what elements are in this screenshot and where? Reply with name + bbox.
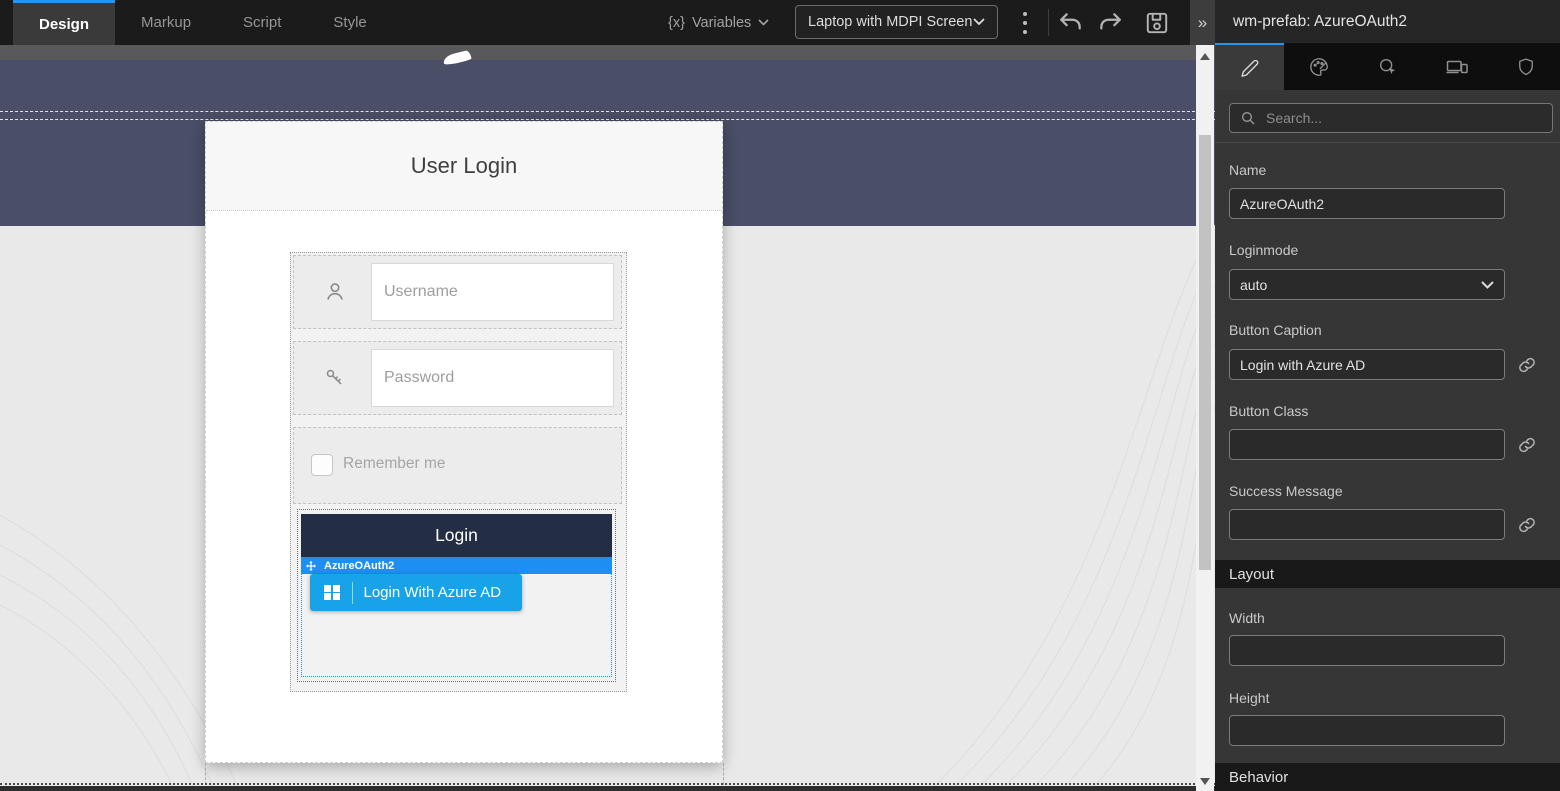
prefab-selection-bar[interactable]: AzureOAuth2 (301, 557, 612, 574)
kebab-menu-icon[interactable] (1018, 12, 1032, 34)
password-input[interactable] (371, 349, 614, 407)
success-message-field[interactable] (1229, 509, 1505, 540)
chevron-down-icon (1481, 281, 1494, 289)
azure-button-divider (352, 582, 353, 604)
variables-prefix-icon: {x} (668, 15, 685, 31)
editor-mode-tabs: Design Markup Script Style (13, 0, 393, 45)
device-preview-value: Laptop with MDPI Screen (808, 14, 972, 30)
success-message-label: Success Message (1229, 483, 1343, 499)
variables-label: Variables (692, 15, 751, 31)
azure-button-label: Login With Azure AD (364, 584, 502, 601)
windows-icon (324, 585, 340, 601)
name-label: Name (1229, 162, 1266, 178)
tab-security[interactable] (1491, 43, 1560, 90)
width-field[interactable] (1229, 635, 1505, 666)
canvas-bottom-strip (0, 786, 1215, 791)
design-guide-line (0, 111, 1215, 112)
properties-search[interactable] (1229, 103, 1553, 133)
user-icon (300, 263, 370, 321)
save-icon[interactable] (1144, 10, 1170, 36)
username-input[interactable] (371, 263, 614, 321)
panel-title-text: wm-prefab: AzureOAuth2 (1233, 13, 1407, 31)
bind-link-icon[interactable] (1518, 436, 1536, 454)
pencil-icon (1240, 58, 1260, 78)
remember-me-row[interactable]: Remember me (293, 427, 622, 504)
scrollbar-down-arrow-icon[interactable] (1200, 778, 1210, 785)
palette-icon (1308, 56, 1330, 78)
azure-login-button[interactable]: Login With Azure AD (310, 574, 522, 611)
canvas-scrollbar[interactable] (1196, 45, 1214, 791)
bind-link-icon[interactable] (1518, 516, 1536, 534)
devices-icon (1445, 55, 1469, 79)
properties-panel: wm-prefab: AzureOAuth2 (1215, 0, 1560, 791)
undo-button[interactable] (1058, 10, 1084, 36)
toolbar-divider (1048, 9, 1049, 36)
login-form-container[interactable]: Remember me Login AzureOAuth2 Login With… (290, 252, 627, 692)
inspect-icon (1377, 56, 1399, 78)
top-toolbar: Design Markup Script Style {x} Variables… (0, 0, 1215, 45)
scrollbar-thumb[interactable] (1199, 135, 1211, 570)
search-input[interactable] (1264, 109, 1542, 127)
canvas-overflow-strip (0, 45, 1215, 60)
redo-button[interactable] (1097, 10, 1123, 36)
bind-link-icon[interactable] (1518, 356, 1536, 374)
remember-me-checkbox[interactable] (311, 454, 333, 476)
height-label: Height (1229, 690, 1269, 706)
tab-properties[interactable] (1215, 43, 1284, 90)
shield-icon (1516, 57, 1536, 77)
loginmode-value: auto (1240, 277, 1267, 293)
remember-me-label: Remember me (343, 455, 446, 473)
button-caption-field[interactable] (1229, 349, 1505, 380)
move-icon[interactable] (305, 560, 317, 572)
login-card[interactable]: User Login (205, 121, 723, 763)
button-class-label: Button Class (1229, 403, 1308, 419)
variables-menu[interactable]: {x} Variables (668, 0, 769, 45)
design-guide-line (723, 763, 724, 785)
tab-markup[interactable]: Markup (115, 0, 217, 45)
tab-inspect[interactable] (1353, 43, 1422, 90)
key-icon (300, 349, 370, 407)
name-field[interactable] (1229, 188, 1505, 219)
password-row[interactable] (293, 341, 622, 415)
chevron-down-icon (973, 18, 985, 26)
panel-divider (1215, 142, 1560, 143)
design-guide-line (205, 763, 206, 785)
page-title: User Login (411, 153, 517, 179)
height-field[interactable] (1229, 715, 1505, 746)
login-card-header[interactable]: User Login (206, 122, 722, 211)
layout-section-header[interactable]: Layout (1215, 560, 1560, 588)
scrollbar-up-arrow-icon[interactable] (1200, 53, 1210, 60)
panel-tabs (1215, 43, 1560, 90)
tab-style[interactable]: Style (307, 0, 392, 45)
collapse-panel-button[interactable]: » (1190, 0, 1215, 45)
wavemaker-studio-window: Design Markup Script Style {x} Variables… (0, 0, 1560, 791)
tab-devices[interactable] (1422, 43, 1491, 90)
login-button[interactable]: Login (301, 514, 612, 557)
tab-design[interactable]: Design (13, 0, 115, 45)
design-guide-line (0, 119, 1215, 120)
width-label: Width (1229, 610, 1265, 626)
tab-styles[interactable] (1284, 43, 1353, 90)
loginmode-select[interactable]: auto (1229, 269, 1505, 300)
tab-script[interactable]: Script (217, 0, 307, 45)
chevron-down-icon (758, 19, 769, 26)
device-preview-select[interactable]: Laptop with MDPI Screen (795, 5, 998, 39)
username-row[interactable] (293, 255, 622, 329)
loginmode-label: Loginmode (1229, 242, 1298, 258)
button-class-field[interactable] (1229, 429, 1505, 460)
behavior-section-header[interactable]: Behavior (1215, 763, 1560, 791)
search-icon (1240, 110, 1256, 126)
panel-title: wm-prefab: AzureOAuth2 (1215, 0, 1560, 43)
design-canvas[interactable]: User Login (0, 45, 1215, 791)
page-bottom-outline (0, 783, 1215, 785)
button-caption-label: Button Caption (1229, 322, 1322, 338)
prefab-name-label: AzureOAuth2 (324, 560, 394, 572)
